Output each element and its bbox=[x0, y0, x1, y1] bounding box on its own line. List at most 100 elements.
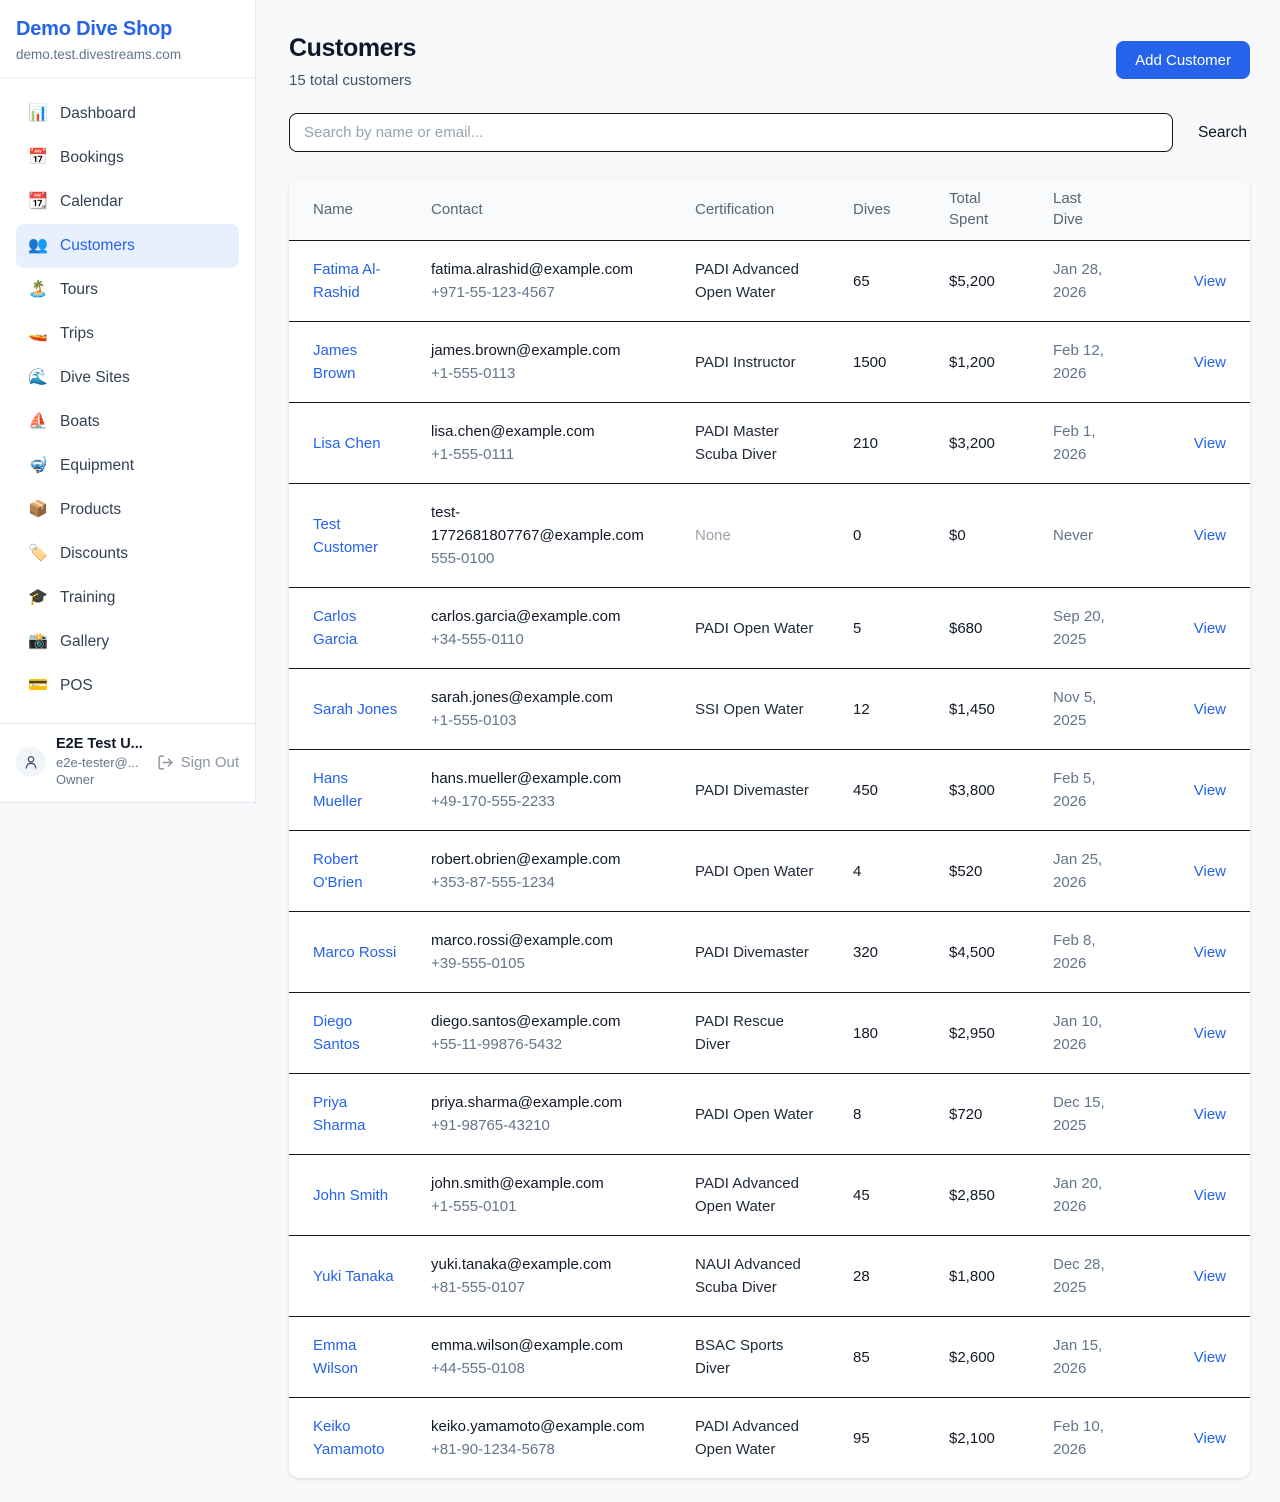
sidebar-item-gallery[interactable]: 📸Gallery bbox=[16, 620, 239, 664]
customer-phone: +1-555-0101 bbox=[431, 1195, 663, 1218]
cell-certification: PADI Open Water bbox=[679, 588, 837, 669]
view-link[interactable]: View bbox=[1194, 944, 1226, 961]
user-name: E2E Test U... bbox=[56, 736, 147, 752]
cell-certification: PADI Divemaster bbox=[679, 750, 837, 831]
cell-name: Priya Sharma bbox=[289, 1074, 415, 1155]
cell-actions: View bbox=[1131, 403, 1250, 484]
sidebar-item-dashboard[interactable]: 📊Dashboard bbox=[16, 92, 239, 136]
customer-name-link[interactable]: Robert O'Brien bbox=[313, 851, 363, 891]
view-link[interactable]: View bbox=[1194, 527, 1226, 544]
cell-actions: View bbox=[1131, 750, 1250, 831]
sidebar-item-dive-sites[interactable]: 🌊Dive Sites bbox=[16, 356, 239, 400]
customer-phone: +44-555-0108 bbox=[431, 1357, 663, 1380]
cell-dives: 65 bbox=[837, 241, 933, 322]
view-link[interactable]: View bbox=[1194, 1430, 1226, 1447]
customer-name-link[interactable]: Keiko Yamamoto bbox=[313, 1418, 384, 1458]
customer-name-link[interactable]: James Brown bbox=[313, 342, 357, 382]
customer-email: keiko.yamamoto@example.com bbox=[431, 1415, 663, 1438]
cell-total-spent: $5,200 bbox=[933, 241, 1037, 322]
sidebar-item-products[interactable]: 📦Products bbox=[16, 488, 239, 532]
user-role: Owner bbox=[56, 771, 147, 788]
cell-dives: 8 bbox=[837, 1074, 933, 1155]
cell-contact: carlos.garcia@example.com+34-555-0110 bbox=[415, 588, 679, 669]
sidebar-item-label: Bookings bbox=[60, 146, 124, 170]
view-link[interactable]: View bbox=[1194, 863, 1226, 880]
customer-phone: +1-555-0113 bbox=[431, 362, 663, 385]
calendar-icon: 📆 bbox=[28, 190, 48, 214]
cell-certification: None bbox=[679, 484, 837, 588]
cell-actions: View bbox=[1131, 993, 1250, 1074]
logout-icon bbox=[157, 754, 174, 771]
cell-last-dive: Feb 8, 2026 bbox=[1037, 912, 1131, 993]
customer-name-link[interactable]: Lisa Chen bbox=[313, 435, 381, 452]
table-row: Fatima Al-Rashidfatima.alrashid@example.… bbox=[289, 241, 1250, 322]
cell-contact: marco.rossi@example.com+39-555-0105 bbox=[415, 912, 679, 993]
view-link[interactable]: View bbox=[1194, 1187, 1226, 1204]
view-link[interactable]: View bbox=[1194, 354, 1226, 371]
cell-total-spent: $720 bbox=[933, 1074, 1037, 1155]
dive-sites-icon: 🌊 bbox=[28, 366, 48, 390]
sidebar-item-training[interactable]: 🎓Training bbox=[16, 576, 239, 620]
cell-actions: View bbox=[1131, 831, 1250, 912]
customer-name-link[interactable]: Diego Santos bbox=[313, 1013, 360, 1053]
cell-actions: View bbox=[1131, 669, 1250, 750]
customer-name-link[interactable]: Hans Mueller bbox=[313, 770, 362, 810]
view-link[interactable]: View bbox=[1194, 1268, 1226, 1285]
sign-out-button[interactable]: Sign Out bbox=[157, 754, 239, 771]
sidebar-item-customers[interactable]: 👥Customers bbox=[16, 224, 239, 268]
cell-actions: View bbox=[1131, 1398, 1250, 1479]
cell-dives: 95 bbox=[837, 1398, 933, 1479]
cell-dives: 320 bbox=[837, 912, 933, 993]
cell-actions: View bbox=[1131, 241, 1250, 322]
search-button[interactable]: Search bbox=[1195, 124, 1250, 142]
cell-contact: sarah.jones@example.com+1-555-0103 bbox=[415, 669, 679, 750]
cell-last-dive: Jan 28, 2026 bbox=[1037, 241, 1131, 322]
cell-name: Sarah Jones bbox=[289, 669, 415, 750]
customer-name-link[interactable]: John Smith bbox=[313, 1187, 388, 1204]
view-link[interactable]: View bbox=[1194, 782, 1226, 799]
view-link[interactable]: View bbox=[1194, 620, 1226, 637]
cell-name: John Smith bbox=[289, 1155, 415, 1236]
customer-name-link[interactable]: Priya Sharma bbox=[313, 1094, 366, 1134]
view-link[interactable]: View bbox=[1194, 701, 1226, 718]
cell-name: Emma Wilson bbox=[289, 1317, 415, 1398]
sidebar-item-label: Gallery bbox=[60, 630, 109, 654]
table-row: Robert O'Brienrobert.obrien@example.com+… bbox=[289, 831, 1250, 912]
customers-table: NameContactCertificationDivesTotal Spent… bbox=[289, 178, 1250, 1478]
customer-name-link[interactable]: Sarah Jones bbox=[313, 701, 397, 718]
sidebar-item-label: Boats bbox=[60, 410, 100, 434]
sidebar-item-boats[interactable]: ⛵Boats bbox=[16, 400, 239, 444]
view-link[interactable]: View bbox=[1194, 1106, 1226, 1123]
sidebar-item-trips[interactable]: 🚤Trips bbox=[16, 312, 239, 356]
customer-name-link[interactable]: Fatima Al-Rashid bbox=[313, 261, 381, 301]
sidebar-item-discounts[interactable]: 🏷️Discounts bbox=[16, 532, 239, 576]
customer-name-link[interactable]: Emma Wilson bbox=[313, 1337, 358, 1377]
cell-name: Fatima Al-Rashid bbox=[289, 241, 415, 322]
view-link[interactable]: View bbox=[1194, 1349, 1226, 1366]
sidebar-item-equipment[interactable]: 🤿Equipment bbox=[16, 444, 239, 488]
view-link[interactable]: View bbox=[1194, 1025, 1226, 1042]
shop-name: Demo Dive Shop bbox=[16, 18, 239, 41]
cell-contact: hans.mueller@example.com+49-170-555-2233 bbox=[415, 750, 679, 831]
avatar bbox=[16, 747, 46, 777]
sidebar-item-bookings[interactable]: 📅Bookings bbox=[16, 136, 239, 180]
customer-name-link[interactable]: Carlos Garcia bbox=[313, 608, 357, 648]
customer-name-link[interactable]: Yuki Tanaka bbox=[313, 1268, 394, 1285]
sidebar-item-label: Customers bbox=[60, 234, 135, 258]
sidebar-item-pos[interactable]: 💳POS bbox=[16, 664, 239, 708]
cell-dives: 12 bbox=[837, 669, 933, 750]
sidebar-item-tours[interactable]: 🏝️Tours bbox=[16, 268, 239, 312]
customer-email: test-1772681807767@example.com bbox=[431, 501, 663, 547]
customer-name-link[interactable]: Marco Rossi bbox=[313, 944, 396, 961]
customer-name-link[interactable]: Test Customer bbox=[313, 516, 378, 556]
view-link[interactable]: View bbox=[1194, 435, 1226, 452]
user-email: e2e-tester@... bbox=[56, 754, 147, 771]
search-bar: Search bbox=[289, 113, 1250, 152]
add-customer-button[interactable]: Add Customer bbox=[1116, 41, 1250, 79]
cell-dives: 0 bbox=[837, 484, 933, 588]
view-link[interactable]: View bbox=[1194, 273, 1226, 290]
search-input[interactable] bbox=[289, 113, 1173, 152]
sidebar-item-calendar[interactable]: 📆Calendar bbox=[16, 180, 239, 224]
table-row: James Brownjames.brown@example.com+1-555… bbox=[289, 322, 1250, 403]
cell-total-spent: $520 bbox=[933, 831, 1037, 912]
